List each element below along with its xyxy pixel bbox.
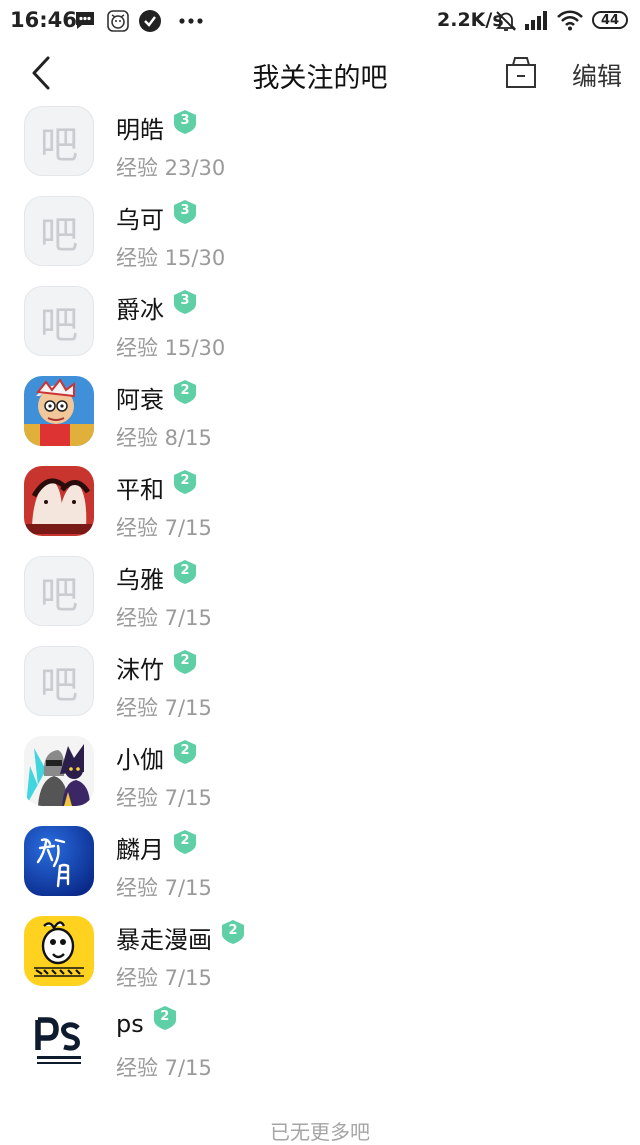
forum-experience: 经验 7/15 [116, 516, 212, 540]
avatar-default-char: 吧 [39, 662, 78, 707]
forum-name: 沫竹 [116, 656, 164, 684]
forum-experience: 经验 23/30 [116, 156, 226, 180]
forum-name: 明皓 [116, 116, 164, 144]
more-dots-icon [179, 18, 203, 24]
forum-name: 平和 [116, 476, 164, 504]
battery-level: 44 [600, 12, 620, 28]
forum-experience: 经验 7/15 [116, 876, 212, 900]
forum-avatar-red-manga [24, 466, 94, 536]
level-number: 2 [180, 472, 190, 488]
forum-name-row: 明皓 3 [116, 109, 198, 145]
forum-item[interactable]: 阿衰 2 经验 8/15 [0, 376, 640, 466]
forum-name-row: 乌可 3 [116, 199, 198, 235]
forum-avatar: 吧 [24, 286, 94, 356]
level-badge: 3 [172, 289, 198, 315]
level-badge: 3 [172, 199, 198, 225]
app-notification-icon [107, 10, 129, 32]
forum-name-row: ps 2 [116, 1006, 178, 1038]
forum-name: 乌雅 [116, 566, 164, 594]
message-icon [76, 12, 94, 29]
level-number: 2 [180, 652, 190, 668]
signal-icon [525, 11, 547, 30]
forum-experience: 经验 7/15 [116, 1056, 212, 1080]
forum-name: 阿衰 [116, 386, 164, 414]
forum-name-row: 爵冰 3 [116, 289, 198, 325]
forum-name: 乌可 [116, 206, 164, 234]
forum-avatar-cartoon-boy [24, 376, 94, 446]
level-badge: 3 [172, 109, 198, 135]
forum-name: ps [116, 1010, 144, 1038]
forum-item[interactable]: ps 2 经验 7/15 [0, 1006, 640, 1096]
forum-item[interactable]: 小伽 2 经验 7/15 [0, 736, 640, 826]
forum-item[interactable]: 吧 乌雅 2 经验 7/15 [0, 556, 640, 646]
forum-avatar-anime-duo [24, 736, 94, 806]
forum-name-row: 沫竹 2 [116, 649, 198, 685]
avatar-default-char: 吧 [39, 212, 78, 257]
level-number: 2 [180, 562, 190, 578]
battery-icon: 44 [592, 11, 628, 29]
forum-experience: 经验 15/30 [116, 336, 226, 360]
level-badge: 2 [220, 919, 246, 945]
forum-item[interactable]: 平和 2 经验 7/15 [0, 466, 640, 556]
forum-name-row: 乌雅 2 [116, 559, 198, 595]
status-bar: 16:46 2.2K/s 44 [0, 0, 640, 44]
forum-avatar: 吧 [24, 196, 94, 266]
forum-name: 爵冰 [116, 296, 164, 324]
level-number: 2 [180, 382, 190, 398]
level-badge: 2 [172, 559, 198, 585]
level-number: 3 [180, 112, 190, 128]
forum-avatar: 吧 [24, 106, 94, 176]
forum-avatar: 吧 [24, 646, 94, 716]
no-more-text: 已无更多吧 [270, 1120, 370, 1144]
level-badge: 2 [172, 379, 198, 405]
level-number: 3 [180, 202, 190, 218]
avatar-default-char: 吧 [39, 572, 78, 617]
level-number: 3 [180, 292, 190, 308]
forum-avatar-photoshop [24, 1006, 94, 1076]
forum-item[interactable]: 吧 乌可 3 经验 15/30 [0, 196, 640, 286]
forum-avatar-blue-calligraphy [24, 826, 94, 896]
forum-name: 暴走漫画 [116, 926, 212, 954]
level-badge: 2 [172, 829, 198, 855]
page-title: 我关注的吧 [252, 63, 388, 94]
forum-name-row: 阿衰 2 [116, 379, 198, 415]
followed-forum-list: 吧明皓 3 经验 23/30 吧乌可 3 经验 15/30 吧爵冰 3 经验 15/30 阿衰 2 经… [0, 106, 640, 1096]
level-number: 2 [180, 742, 190, 758]
level-badge: 2 [172, 739, 198, 765]
forum-item[interactable]: 吧 爵冰 3 经验 15/30 [0, 286, 640, 376]
forum-experience: 经验 15/30 [116, 246, 226, 270]
level-badge: 2 [172, 469, 198, 495]
level-number: 2 [180, 832, 190, 848]
edit-button[interactable]: 编辑 [572, 57, 622, 93]
tray-icon[interactable] [503, 54, 539, 90]
avatar-default-char: 吧 [39, 302, 78, 347]
level-badge: 2 [172, 649, 198, 675]
wifi-icon [557, 10, 583, 31]
forum-name-row: 麟月 2 [116, 829, 198, 865]
avatar-default-char: 吧 [39, 122, 78, 167]
forum-experience: 经验 7/15 [116, 696, 212, 720]
forum-item[interactable]: 暴走漫画 2 经验 7/15 [0, 916, 640, 1006]
check-circle-icon [139, 10, 161, 32]
forum-item[interactable]: 麟月 2 经验 7/15 [0, 826, 640, 916]
forum-name-row: 平和 2 [116, 469, 198, 505]
level-number: 2 [228, 922, 238, 938]
level-number: 2 [160, 1009, 170, 1024]
mute-icon [495, 11, 517, 31]
forum-name: 麟月 [116, 836, 164, 864]
forum-item[interactable]: 吧 沫竹 2 经验 7/15 [0, 646, 640, 736]
forum-name: 小伽 [116, 746, 164, 774]
forum-item[interactable]: 吧 明皓 3 经验 23/30 [0, 106, 640, 196]
forum-avatar: 吧 [24, 556, 94, 626]
forum-experience: 经验 8/15 [116, 426, 212, 450]
level-badge: 2 [152, 1005, 178, 1031]
top-nav-bar: 我关注的吧 编辑 [0, 44, 640, 106]
forum-experience: 经验 7/15 [116, 786, 212, 810]
forum-name-row: 暴走漫画 2 [116, 919, 246, 955]
status-time: 16:46 [10, 8, 77, 32]
forum-experience: 经验 7/15 [116, 606, 212, 630]
forum-experience: 经验 7/15 [116, 966, 212, 990]
forum-avatar-rage-comic [24, 916, 94, 986]
forum-name-row: 小伽 2 [116, 739, 198, 775]
